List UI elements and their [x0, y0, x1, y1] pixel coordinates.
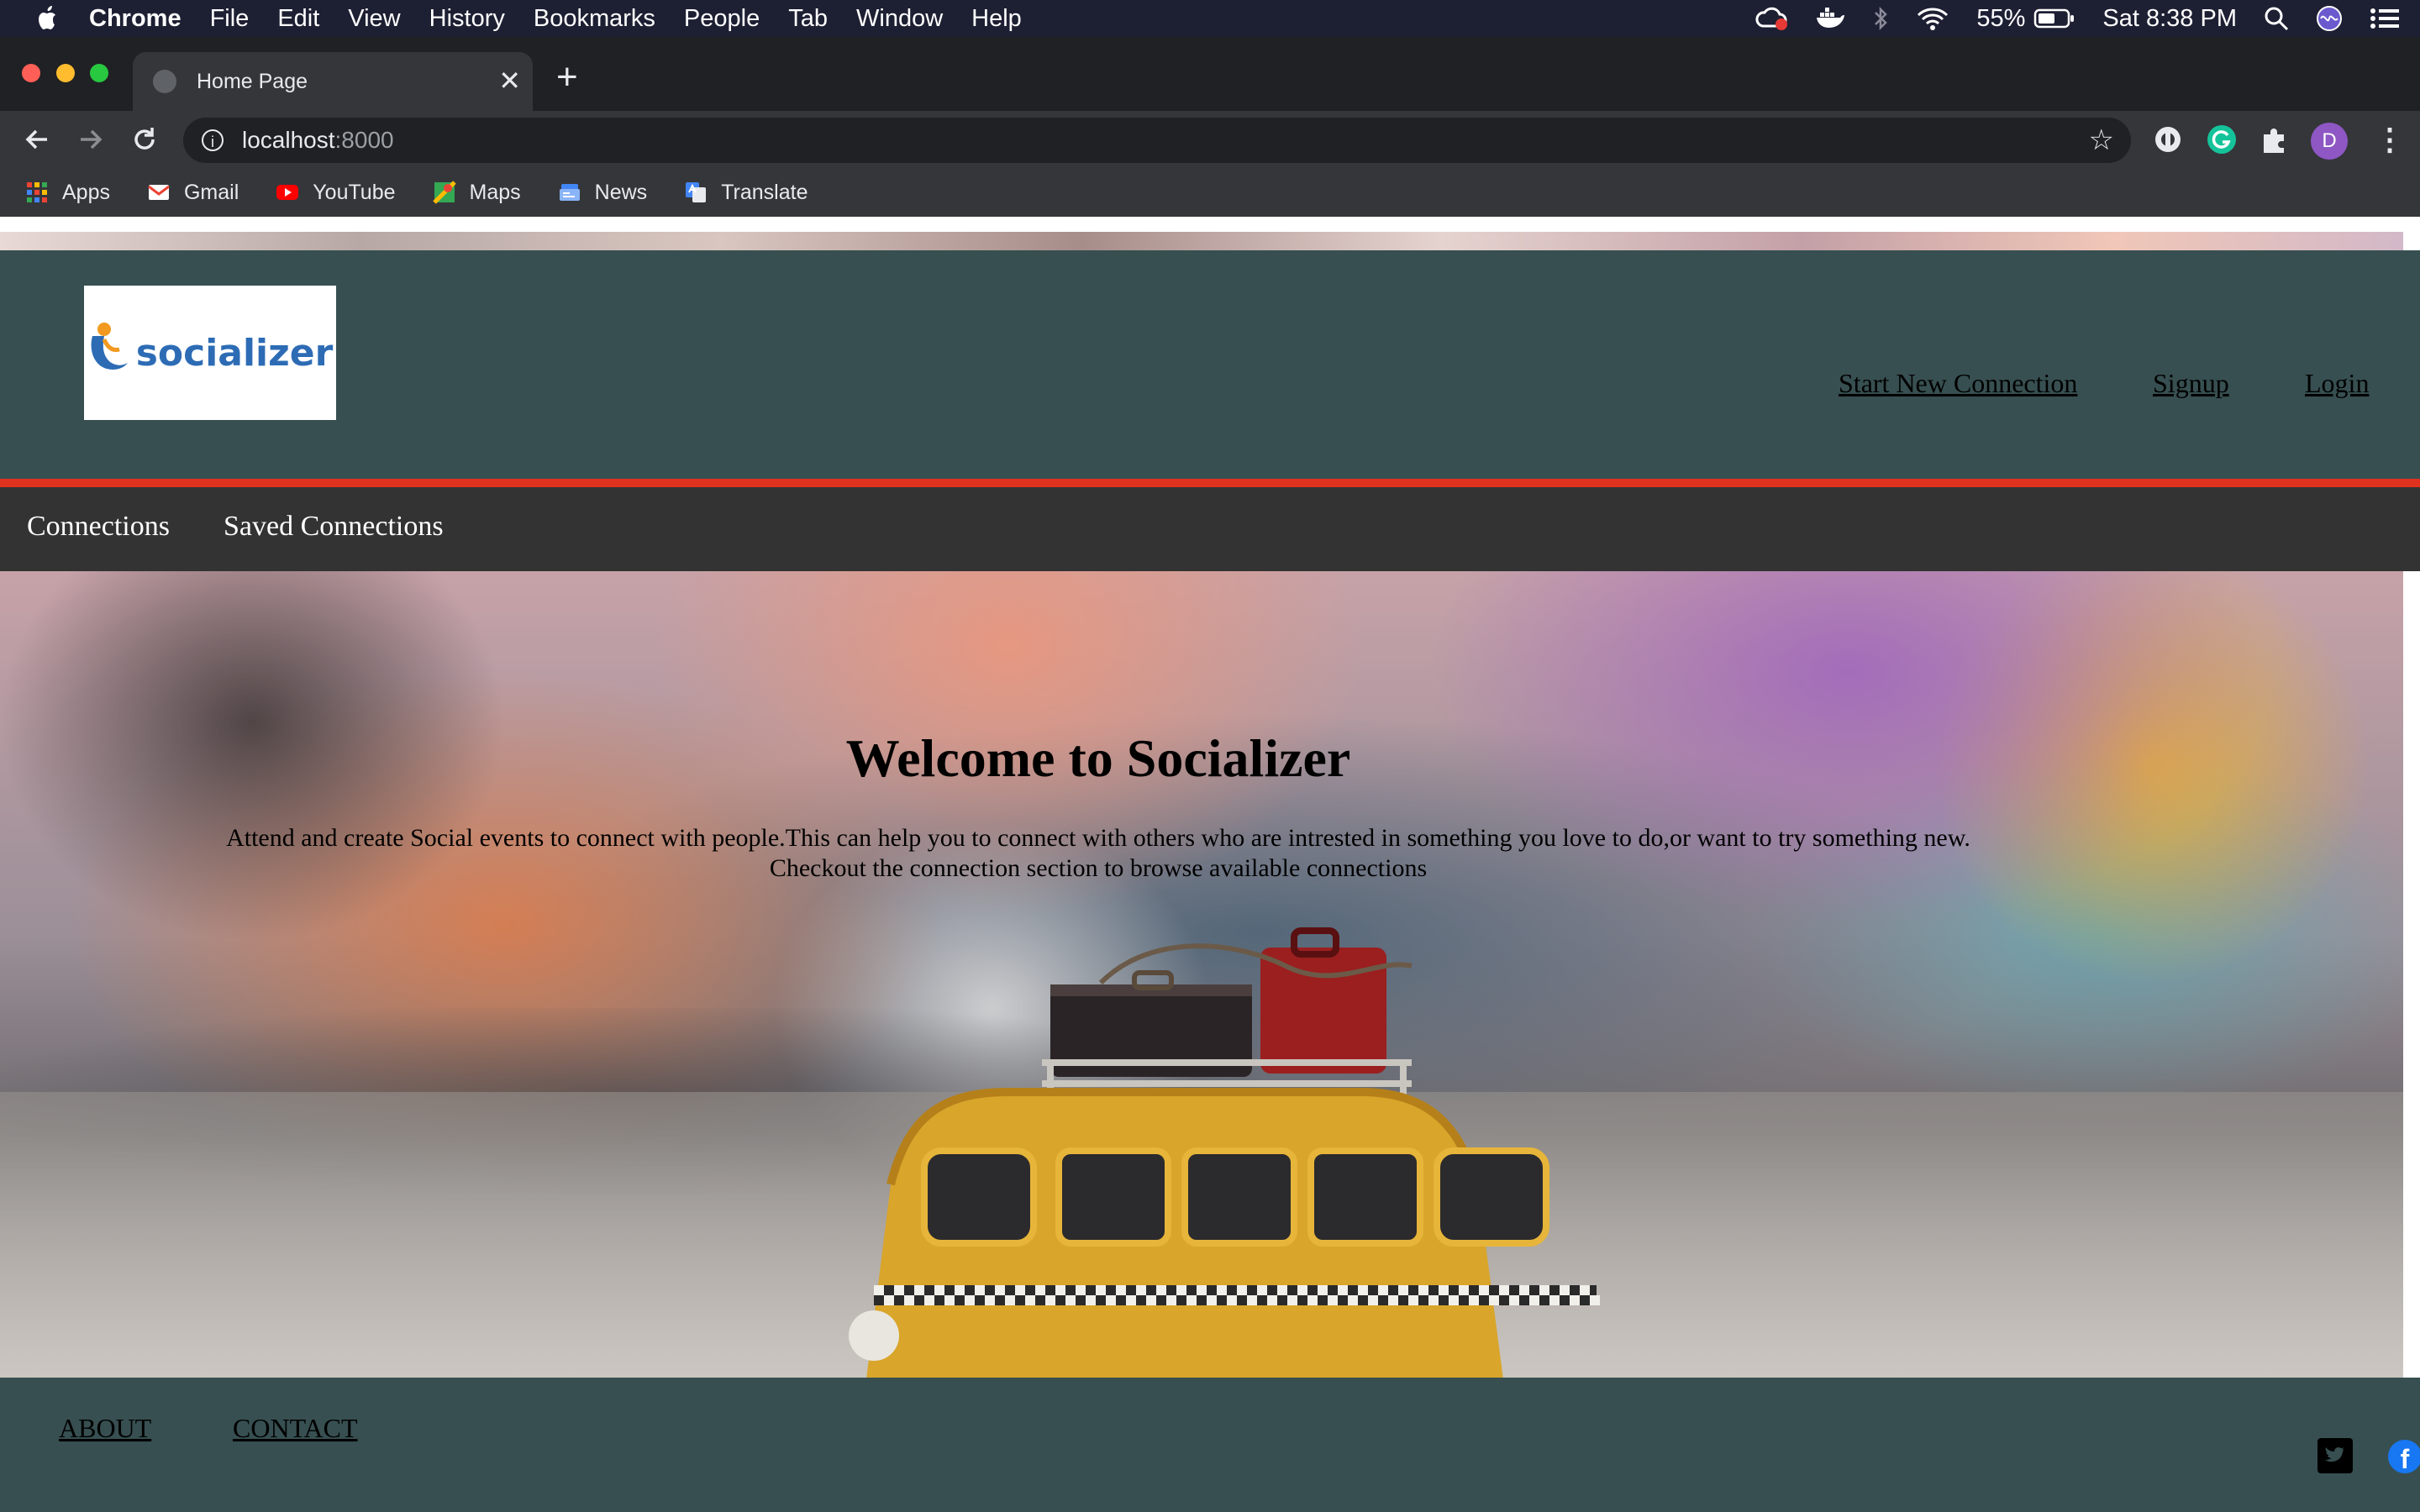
- logo-text: socializer: [135, 331, 334, 375]
- siri-icon[interactable]: [2316, 5, 2343, 32]
- bookmark-label: YouTube: [313, 180, 396, 204]
- hero-description-line-1: Attend and create Social events to conne…: [226, 824, 1970, 852]
- bookmark-gmail[interactable]: Gmail: [147, 181, 239, 205]
- window-zoom-button[interactable]: [90, 64, 108, 82]
- bookmark-apps[interactable]: Apps: [25, 181, 110, 205]
- battery-icon[interactable]: [2033, 8, 2075, 29]
- creative-cloud-icon[interactable]: [1754, 6, 1788, 31]
- news-icon: [559, 184, 580, 201]
- globe-icon: [153, 70, 176, 93]
- extensions-puzzle-icon[interactable]: [2257, 123, 2291, 156]
- url-port: :8000: [334, 127, 394, 153]
- translate-icon: [686, 182, 707, 202]
- forward-icon[interactable]: [76, 124, 106, 155]
- header-accent-line: [0, 479, 2420, 487]
- bookmark-label: News: [594, 180, 648, 204]
- grammarly-icon[interactable]: [2205, 123, 2238, 156]
- spotlight-search-icon[interactable]: [2264, 6, 2289, 31]
- wifi-icon[interactable]: [1916, 6, 1949, 31]
- toy-bus-image: [849, 927, 1600, 1378]
- bookmarks-bar: Apps Gmail YouTube Maps News Translate: [0, 168, 2420, 217]
- new-tab-icon[interactable]: +: [556, 59, 578, 96]
- menu-help[interactable]: Help: [971, 5, 1022, 33]
- hero-description: Attend and create Social events to conne…: [0, 823, 2196, 884]
- socializer-logo-icon: [91, 323, 128, 370]
- url-host: localhost: [242, 127, 335, 153]
- about-link[interactable]: ABOUT: [59, 1413, 151, 1444]
- menu-edit[interactable]: Edit: [277, 5, 319, 33]
- twitter-icon[interactable]: [2317, 1438, 2353, 1473]
- bluetooth-icon[interactable]: [1872, 6, 1889, 31]
- start-new-connection-link[interactable]: Start New Connection: [1839, 368, 2077, 399]
- site-logo[interactable]: socializer: [84, 286, 336, 420]
- hero-description-line-2: Checkout the connection section to brows…: [769, 854, 1428, 882]
- apple-icon[interactable]: [35, 5, 60, 32]
- reload-icon[interactable]: [129, 124, 160, 155]
- youtube-icon: [276, 185, 299, 200]
- menu-bookmarks[interactable]: Bookmarks: [534, 5, 655, 33]
- apps-grid-icon: [27, 182, 47, 202]
- tab-close-icon[interactable]: ✕: [498, 67, 521, 94]
- site-header: [0, 250, 2420, 479]
- chrome-menu-icon[interactable]: ⋮: [2375, 124, 2405, 155]
- bookmark-label: Apps: [62, 180, 110, 204]
- back-icon[interactable]: [22, 124, 52, 155]
- battery-percent[interactable]: 55%: [1976, 5, 2025, 33]
- menu-people[interactable]: People: [684, 5, 760, 33]
- extension-circle-icon[interactable]: [2151, 123, 2185, 156]
- login-link[interactable]: Login: [2305, 368, 2369, 399]
- hero-title: Welcome to Socializer: [845, 728, 1351, 788]
- signup-link[interactable]: Signup: [2153, 368, 2229, 399]
- site-footer: ABOUT CONTACT f: [0, 1378, 2420, 1512]
- nav-saved-connections[interactable]: Saved Connections: [224, 511, 444, 543]
- bookmark-maps[interactable]: Maps: [432, 180, 521, 205]
- notification-center-icon[interactable]: [2370, 6, 2400, 31]
- tab-title: Home Page: [197, 69, 308, 93]
- menu-app-name[interactable]: Chrome: [89, 5, 182, 33]
- address-bar[interactable]: i localhost:8000 ☆: [183, 118, 2131, 163]
- browser-toolbar: i localhost:8000 ☆: [0, 111, 2420, 168]
- hero-section: Welcome to Socializer Attend and create …: [0, 571, 2403, 1378]
- menu-view[interactable]: View: [348, 5, 400, 33]
- maps-icon: [432, 181, 456, 204]
- menu-file[interactable]: File: [210, 5, 250, 33]
- bookmark-label: Gmail: [183, 180, 239, 204]
- bookmark-label: Translate: [721, 180, 808, 204]
- clock[interactable]: Sat 8:38 PM: [2102, 5, 2237, 33]
- sub-navigation: Connections Saved Connections: [0, 487, 2420, 571]
- window-minimize-button[interactable]: [56, 64, 75, 82]
- profile-avatar[interactable]: D: [2311, 123, 2348, 160]
- facebook-icon[interactable]: f: [2388, 1440, 2420, 1473]
- background-strip: [0, 232, 2403, 250]
- os-menubar: Chrome File Edit View History Bookmarks …: [0, 0, 2420, 37]
- window-close-button[interactable]: [22, 64, 40, 82]
- site-info-icon[interactable]: i: [202, 129, 224, 151]
- menu-window[interactable]: Window: [856, 5, 943, 33]
- menu-history[interactable]: History: [429, 5, 505, 33]
- gmail-icon: [148, 185, 170, 200]
- docker-icon[interactable]: [1815, 6, 1845, 31]
- bookmark-translate[interactable]: Translate: [684, 181, 808, 205]
- bookmark-youtube[interactable]: YouTube: [276, 180, 396, 205]
- bookmark-star-icon[interactable]: ☆: [2089, 126, 2114, 155]
- contact-link[interactable]: CONTACT: [233, 1413, 358, 1444]
- browser-tab-home[interactable]: Home Page ✕: [133, 52, 533, 111]
- nav-connections[interactable]: Connections: [27, 511, 170, 543]
- menu-tab[interactable]: Tab: [788, 5, 828, 33]
- bookmark-news[interactable]: News: [558, 180, 648, 205]
- bookmark-label: Maps: [469, 180, 521, 204]
- browser-tabstrip: Home Page ✕ +: [0, 37, 2420, 111]
- web-page: socializer Start New Connection Signup L…: [0, 217, 2420, 1512]
